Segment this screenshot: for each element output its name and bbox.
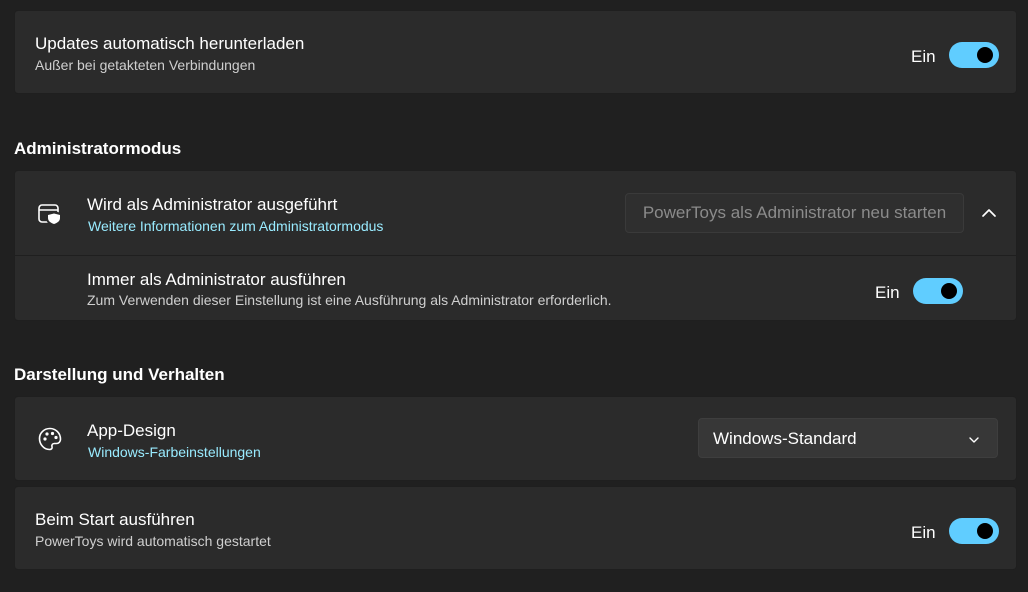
windows-color-settings-link[interactable]: Windows-Farbeinstellungen — [88, 444, 261, 460]
admin-section-header: Administratormodus — [14, 139, 182, 158]
app-design-card: App-Design Windows-Farbeinstellungen Win… — [14, 396, 1017, 481]
restart-as-admin-button[interactable]: PowerToys als Administrator neu starten — [625, 193, 964, 233]
startup-card: Beim Start ausführen PowerToys wird auto… — [14, 486, 1017, 570]
startup-subtitle: PowerToys wird automatisch gestartet — [35, 533, 271, 549]
palette-icon — [37, 426, 63, 452]
updates-toggle-label: Ein — [911, 47, 936, 66]
startup-toggle-label: Ein — [911, 523, 936, 542]
updates-card: Updates automatisch herunterladen Außer … — [14, 10, 1017, 94]
admin-divider — [15, 255, 1016, 256]
appearance-section-header: Darstellung und Verhalten — [14, 365, 225, 384]
admin-info-link[interactable]: Weitere Informationen zum Administratorm… — [88, 218, 383, 234]
app-design-dropdown[interactable]: Windows-Standard — [698, 418, 998, 458]
toggle-knob — [941, 283, 957, 299]
startup-toggle[interactable] — [949, 518, 999, 544]
toggle-knob — [977, 523, 993, 539]
app-design-title: App-Design — [87, 421, 176, 440]
app-design-selected-value: Windows-Standard — [713, 429, 857, 448]
admin-running-title: Wird als Administrator ausgeführt — [87, 195, 338, 214]
shield-window-icon — [37, 201, 63, 227]
chevron-up-icon[interactable] — [976, 200, 1002, 226]
always-admin-toggle[interactable] — [913, 278, 963, 304]
startup-title: Beim Start ausführen — [35, 510, 195, 529]
updates-title: Updates automatisch herunterladen — [35, 34, 305, 53]
updates-subtitle: Außer bei getakteten Verbindungen — [35, 57, 256, 73]
always-admin-toggle-label: Ein — [875, 283, 900, 302]
always-admin-subtitle: Zum Verwenden dieser Einstellung ist ein… — [87, 292, 612, 308]
chevron-down-icon — [967, 432, 981, 446]
updates-toggle[interactable] — [949, 42, 999, 68]
toggle-knob — [977, 47, 993, 63]
admin-card: Wird als Administrator ausgeführt Weiter… — [14, 170, 1017, 321]
always-admin-title: Immer als Administrator ausführen — [87, 270, 346, 289]
